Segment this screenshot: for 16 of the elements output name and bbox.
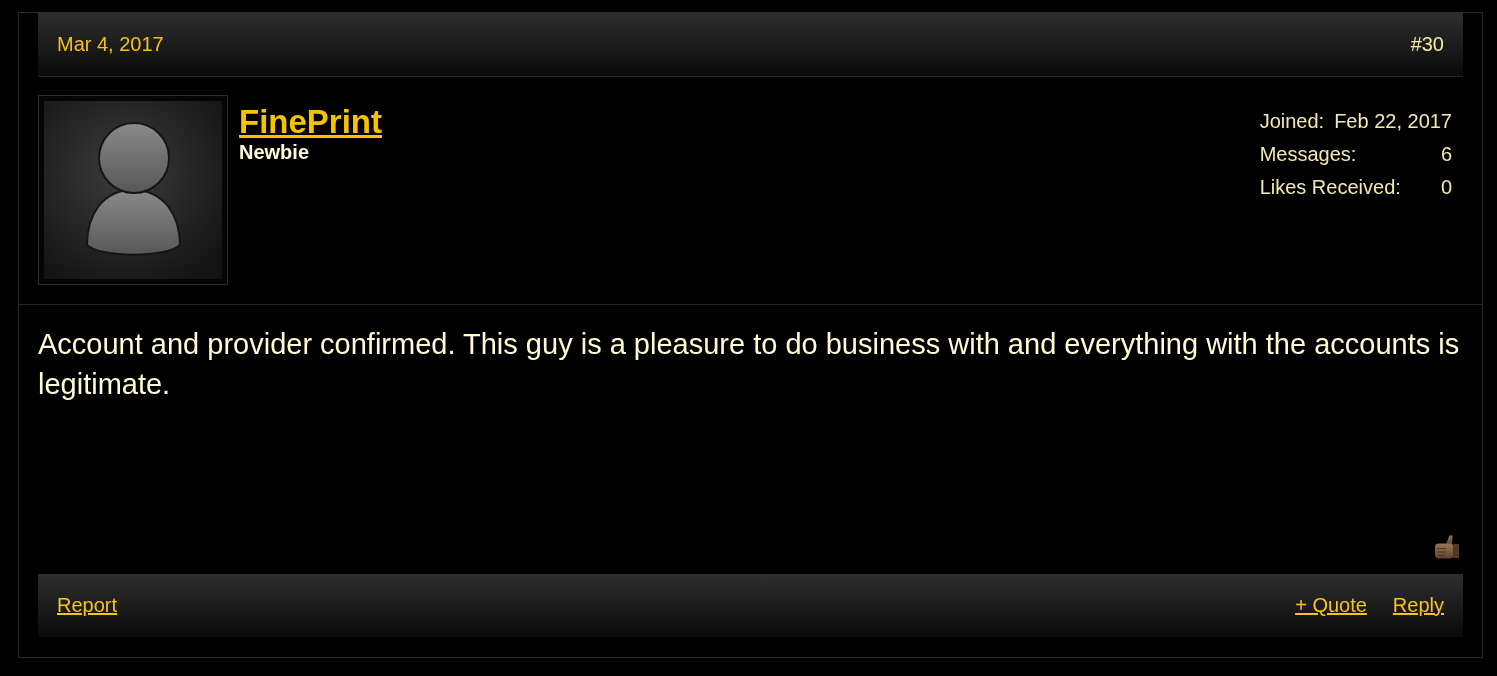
avatar-silhouette-icon[interactable]	[38, 95, 228, 285]
stat-label: Likes Received:	[1259, 175, 1401, 200]
stat-value: 6	[1440, 142, 1452, 167]
stat-label: Messages:	[1259, 142, 1357, 167]
username-link[interactable]: FinePrint	[239, 103, 382, 140]
post-date-link[interactable]: Mar 4, 2017	[57, 33, 164, 56]
post-action-link[interactable]: + Quote	[1295, 594, 1367, 617]
message-text: Account and provider confirmed. This guy is a pleasure to do business with and everything with the accounts is legitimate.	[38, 327, 1461, 402]
stat-label: Joined:	[1259, 109, 1325, 134]
stat-value: Feb 22, 2017	[1334, 109, 1452, 134]
user-title: Newbie	[239, 140, 310, 164]
stat-value: 0	[1440, 175, 1452, 200]
post-number-link[interactable]: #30	[1410, 33, 1444, 56]
thumbs-up-icon	[1433, 533, 1461, 561]
post-action-link[interactable]: Report	[57, 594, 118, 617]
post-action-link[interactable]: Reply	[1392, 594, 1444, 617]
